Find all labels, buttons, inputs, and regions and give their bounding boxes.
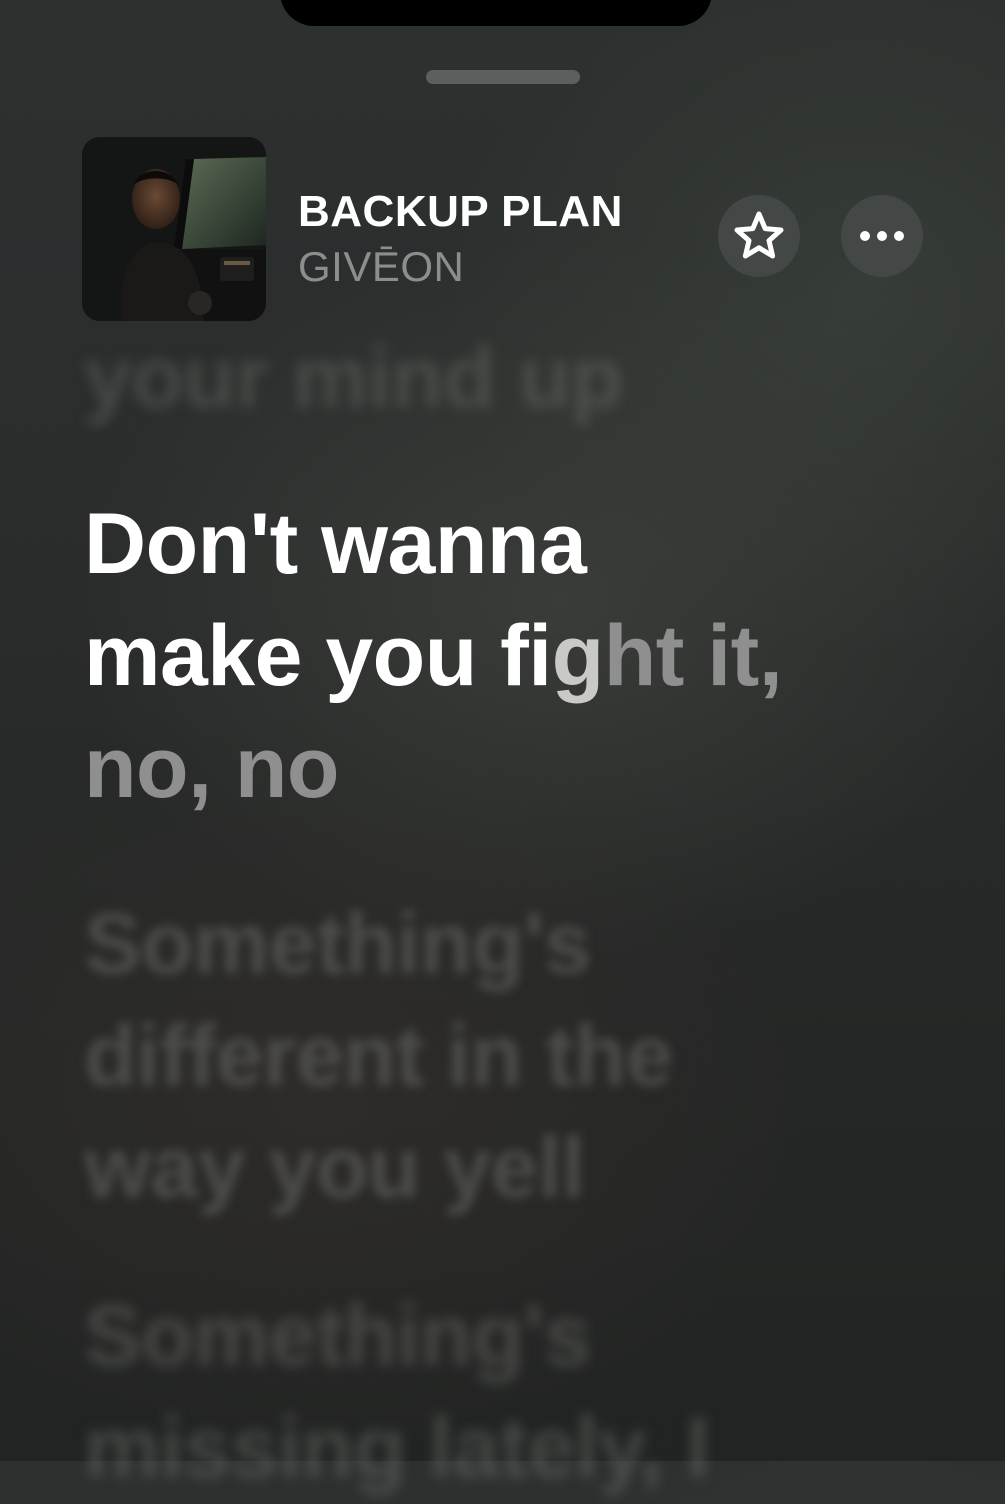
album-artwork-image — [82, 137, 266, 321]
track-title[interactable]: BACKUP PLAN — [298, 187, 623, 237]
ellipsis-icon — [860, 231, 904, 241]
lyric-partial-text: g — [551, 608, 605, 704]
lyric-sung-text: make you fi — [84, 608, 552, 704]
device-notch — [280, 0, 712, 26]
lyric-line-current[interactable]: Don't wanna make you fight it, no, no — [84, 488, 783, 824]
lyric-current-row-2: make you fight it, — [84, 600, 783, 712]
now-playing-header: BACKUP PLAN GIVĒON — [82, 137, 924, 321]
lyric-line-upcoming[interactable]: Something's missing lately, I — [84, 1280, 710, 1504]
star-icon — [734, 211, 784, 259]
more-button[interactable] — [841, 195, 923, 277]
album-artwork[interactable] — [82, 137, 266, 321]
lyric-unsung-text: ht it, — [603, 608, 783, 704]
track-artist[interactable]: GIVĒON — [298, 243, 464, 291]
lyric-line-next[interactable]: Something's different in the way you yel… — [84, 888, 674, 1224]
lyric-current-row-1: Don't wanna — [84, 496, 587, 592]
lyric-current-row-3: no, no — [84, 720, 339, 816]
sheet-grabber[interactable] — [426, 70, 580, 84]
favorite-button[interactable] — [718, 195, 800, 277]
lyric-line-previous[interactable]: your mind up — [84, 322, 623, 434]
